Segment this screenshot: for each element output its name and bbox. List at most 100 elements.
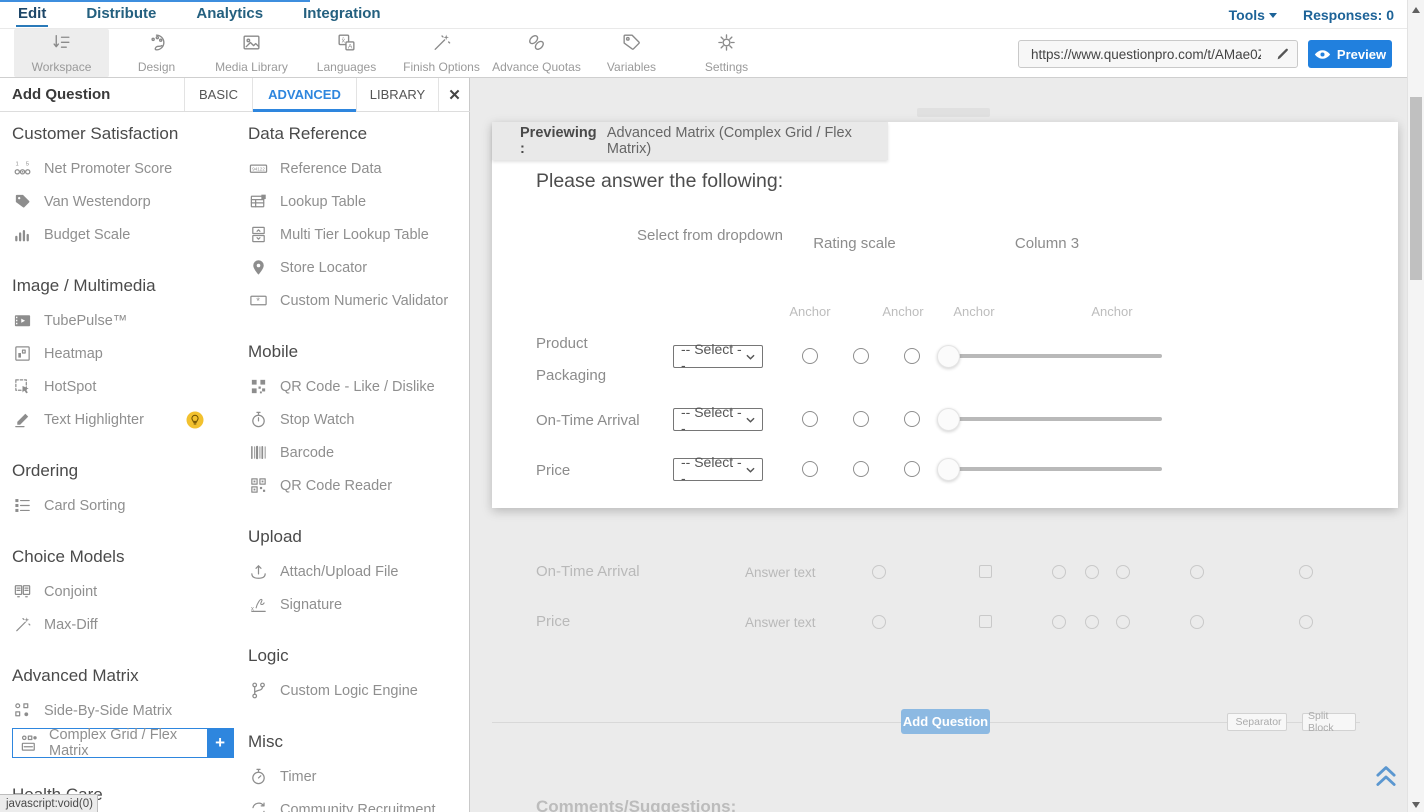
nav-tab-integration[interactable]: Integration (301, 1, 383, 28)
sidebar-item-side-by-side-matrix[interactable]: Side-By-Side Matrix (12, 694, 238, 727)
sidebar-item-heatmap[interactable]: Heatmap (12, 337, 238, 370)
rating-radio[interactable] (904, 411, 920, 427)
slider-track[interactable] (938, 354, 1162, 358)
rating-radio[interactable] (853, 461, 869, 477)
scroll-to-top-button[interactable] (1372, 760, 1400, 793)
radio-button[interactable] (1190, 565, 1204, 579)
radio-button[interactable] (1116, 615, 1130, 629)
scrollbar-thumb[interactable] (1410, 97, 1422, 280)
sidebar-item-van-westendorp[interactable]: Van Westendorp (12, 185, 238, 218)
radio-button[interactable] (872, 565, 886, 579)
nav-tab-edit[interactable]: Edit (16, 1, 48, 28)
sidebar-item-stop-watch[interactable]: Stop Watch (248, 403, 466, 436)
toolbar-item-variables[interactable]: Variables (584, 29, 679, 77)
tab-basic[interactable]: BASIC (184, 78, 252, 111)
nav-tab-distribute[interactable]: Distribute (84, 1, 158, 28)
radio-button[interactable] (1190, 615, 1204, 629)
sidebar-item-net-promoter-score[interactable]: 15Net Promoter Score (12, 152, 238, 185)
sidebar-item-lookup-table[interactable]: Lookup Table (248, 185, 466, 218)
checkbox[interactable] (979, 615, 992, 628)
sidebar-item-store-locator[interactable]: Store Locator (248, 251, 466, 284)
separator-toggle-button[interactable]: Separator (1227, 713, 1287, 731)
toolbar-item-settings[interactable]: Settings (679, 29, 774, 77)
sidebar-item-barcode[interactable]: Barcode (248, 436, 466, 469)
toolbar-item-label: Media Library (215, 60, 288, 74)
rating-radio[interactable] (904, 348, 920, 364)
toolbar-item-advance-quotas[interactable]: Advance Quotas (489, 29, 584, 77)
toolbar-items: WorkspaceDesign Media Library x̂ALanguages… (14, 29, 774, 77)
sidebar-item-community-recruitment[interactable]: Community Recruitment (248, 793, 466, 812)
scrollbar-down-arrow-icon[interactable] (1412, 802, 1420, 808)
slider-handle[interactable] (937, 458, 960, 481)
survey-url-input[interactable] (1019, 47, 1267, 62)
toolbar-item-label: Advance Quotas (492, 60, 581, 74)
toolbar-item-design[interactable]: Design (109, 29, 204, 77)
sidebar-item-budget-scale[interactable]: Budget Scale (12, 218, 238, 251)
rating-radio[interactable] (904, 461, 920, 477)
radio-button[interactable] (1085, 565, 1099, 579)
row-dropdown[interactable]: -- Select -- (673, 458, 763, 481)
sidebar-item-attach-upload-file[interactable]: Attach/Upload File (248, 555, 466, 588)
page-scrollbar[interactable] (1407, 0, 1424, 812)
radio-button[interactable] (1052, 615, 1066, 629)
sidebar-item-label: Side-By-Side Matrix (44, 703, 172, 719)
add-question-button[interactable]: Add Question (901, 709, 990, 734)
slider-handle[interactable] (937, 345, 960, 368)
preview-modal: Previewing : Advanced Matrix (Complex Gr… (492, 122, 1398, 508)
sidebar-item-qr-code-like-dislike[interactable]: QR Code - Like / Dislike (248, 370, 466, 403)
sidebar-item-custom-numeric-validator[interactable]: *Custom Numeric Validator (248, 284, 466, 317)
nav-tab-analytics[interactable]: Analytics (194, 1, 265, 28)
add-selected-question-button[interactable]: + (207, 729, 233, 757)
budget-scale-icon (12, 225, 32, 245)
checkbox[interactable] (979, 565, 992, 578)
radio-button[interactable] (1052, 565, 1066, 579)
sidebar-item-conjoint[interactable]: Conjoint (12, 575, 238, 608)
rating-radio[interactable] (802, 348, 818, 364)
toolbar-item-media-library[interactable]: Media Library (204, 29, 299, 77)
barcode-icon (248, 443, 268, 463)
toolbar-item-languages[interactable]: x̂ALanguages (299, 29, 394, 77)
radio-button[interactable] (1116, 565, 1130, 579)
close-panel-button[interactable]: ✕ (438, 78, 470, 111)
add-question-header: Add Question BASIC ADVANCED LIBRARY ✕ (0, 78, 470, 112)
slider-track[interactable] (938, 467, 1162, 471)
sidebar-item-qr-code-reader[interactable]: QR Code Reader (248, 469, 466, 502)
row-dropdown[interactable]: -- Select -- (673, 408, 763, 431)
responses-count[interactable]: Responses: 0 (1303, 7, 1394, 23)
scrollbar-up-arrow-icon[interactable] (1412, 7, 1420, 13)
rating-radio[interactable] (802, 411, 818, 427)
question-types-column-2: Data Reference94122Reference DataLookup … (248, 112, 466, 812)
sidebar-item-label: Barcode (280, 445, 334, 461)
sidebar-item-timer[interactable]: Timer (248, 760, 466, 793)
sidebar-item-reference-data[interactable]: 94122Reference Data (248, 152, 466, 185)
sidebar-item-max-diff[interactable]: Max-Diff (12, 608, 238, 641)
sidebar-item-multi-tier-lookup-table[interactable]: Multi Tier Lookup Table (248, 218, 466, 251)
radio-button[interactable] (1085, 615, 1099, 629)
rating-radio[interactable] (802, 461, 818, 477)
split-block-button[interactable]: Split Block (1302, 713, 1356, 731)
sidebar-item-card-sorting[interactable]: Card Sorting (12, 489, 238, 522)
rating-radio[interactable] (853, 348, 869, 364)
radio-button[interactable] (1299, 565, 1313, 579)
sidebar-item-tubepulse[interactable]: TubePulse™ (12, 304, 238, 337)
radio-button[interactable] (872, 615, 886, 629)
slider-track[interactable] (938, 417, 1162, 421)
finish-options-icon (431, 32, 452, 58)
tab-library[interactable]: LIBRARY (356, 78, 438, 111)
edit-url-button[interactable] (1267, 41, 1297, 67)
tab-advanced[interactable]: ADVANCED (252, 78, 356, 111)
radio-button[interactable] (1299, 615, 1313, 629)
toolbar-item-workspace[interactable]: Workspace (14, 29, 109, 77)
rating-radio[interactable] (853, 411, 869, 427)
sidebar-item-hotspot[interactable]: HotSpot (12, 370, 238, 403)
slider-handle[interactable] (937, 408, 960, 431)
tools-menu[interactable]: Tools (1229, 7, 1277, 23)
svg-text:x̂: x̂ (341, 38, 345, 45)
sidebar-item-complex-grid-flex-matrix[interactable]: Complex Grid / Flex Matrix+ (12, 728, 234, 758)
row-dropdown[interactable]: -- Select -- (673, 345, 763, 368)
sidebar-item-text-highlighter[interactable]: Text Highlighter (12, 403, 238, 436)
toolbar-item-finish-options[interactable]: Finish Options (394, 29, 489, 77)
sidebar-item-signature[interactable]: xSignature (248, 588, 466, 621)
preview-button[interactable]: Preview (1308, 40, 1392, 68)
sidebar-item-custom-logic-engine[interactable]: Custom Logic Engine (248, 674, 466, 707)
